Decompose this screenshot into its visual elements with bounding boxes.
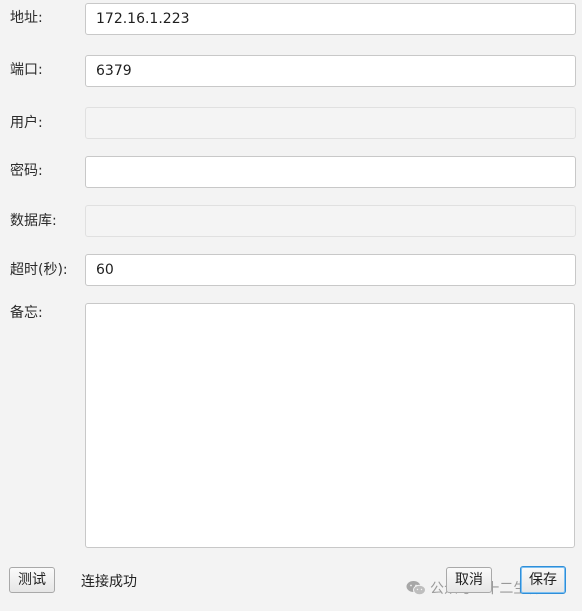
password-label: 密码: bbox=[10, 163, 43, 179]
user-label: 用户: bbox=[10, 115, 43, 131]
port-label: 端口: bbox=[10, 62, 43, 78]
timeout-label: 超时(秒): bbox=[10, 262, 68, 278]
remark-label: 备忘: bbox=[10, 305, 43, 321]
timeout-input[interactable] bbox=[85, 254, 576, 286]
test-button[interactable]: 测试 bbox=[9, 567, 55, 593]
remark-textarea[interactable] bbox=[85, 303, 575, 548]
password-input[interactable] bbox=[85, 156, 576, 188]
save-button[interactable]: 保存 bbox=[520, 566, 566, 594]
user-input bbox=[85, 107, 576, 139]
wechat-icon bbox=[406, 580, 426, 596]
cancel-button[interactable]: 取消 bbox=[446, 567, 492, 593]
connection-status-text: 连接成功 bbox=[81, 574, 137, 590]
database-label: 数据库: bbox=[10, 213, 57, 229]
address-input[interactable] bbox=[85, 3, 576, 35]
address-label: 地址: bbox=[10, 10, 43, 26]
database-input bbox=[85, 205, 576, 237]
port-input[interactable] bbox=[85, 55, 576, 87]
